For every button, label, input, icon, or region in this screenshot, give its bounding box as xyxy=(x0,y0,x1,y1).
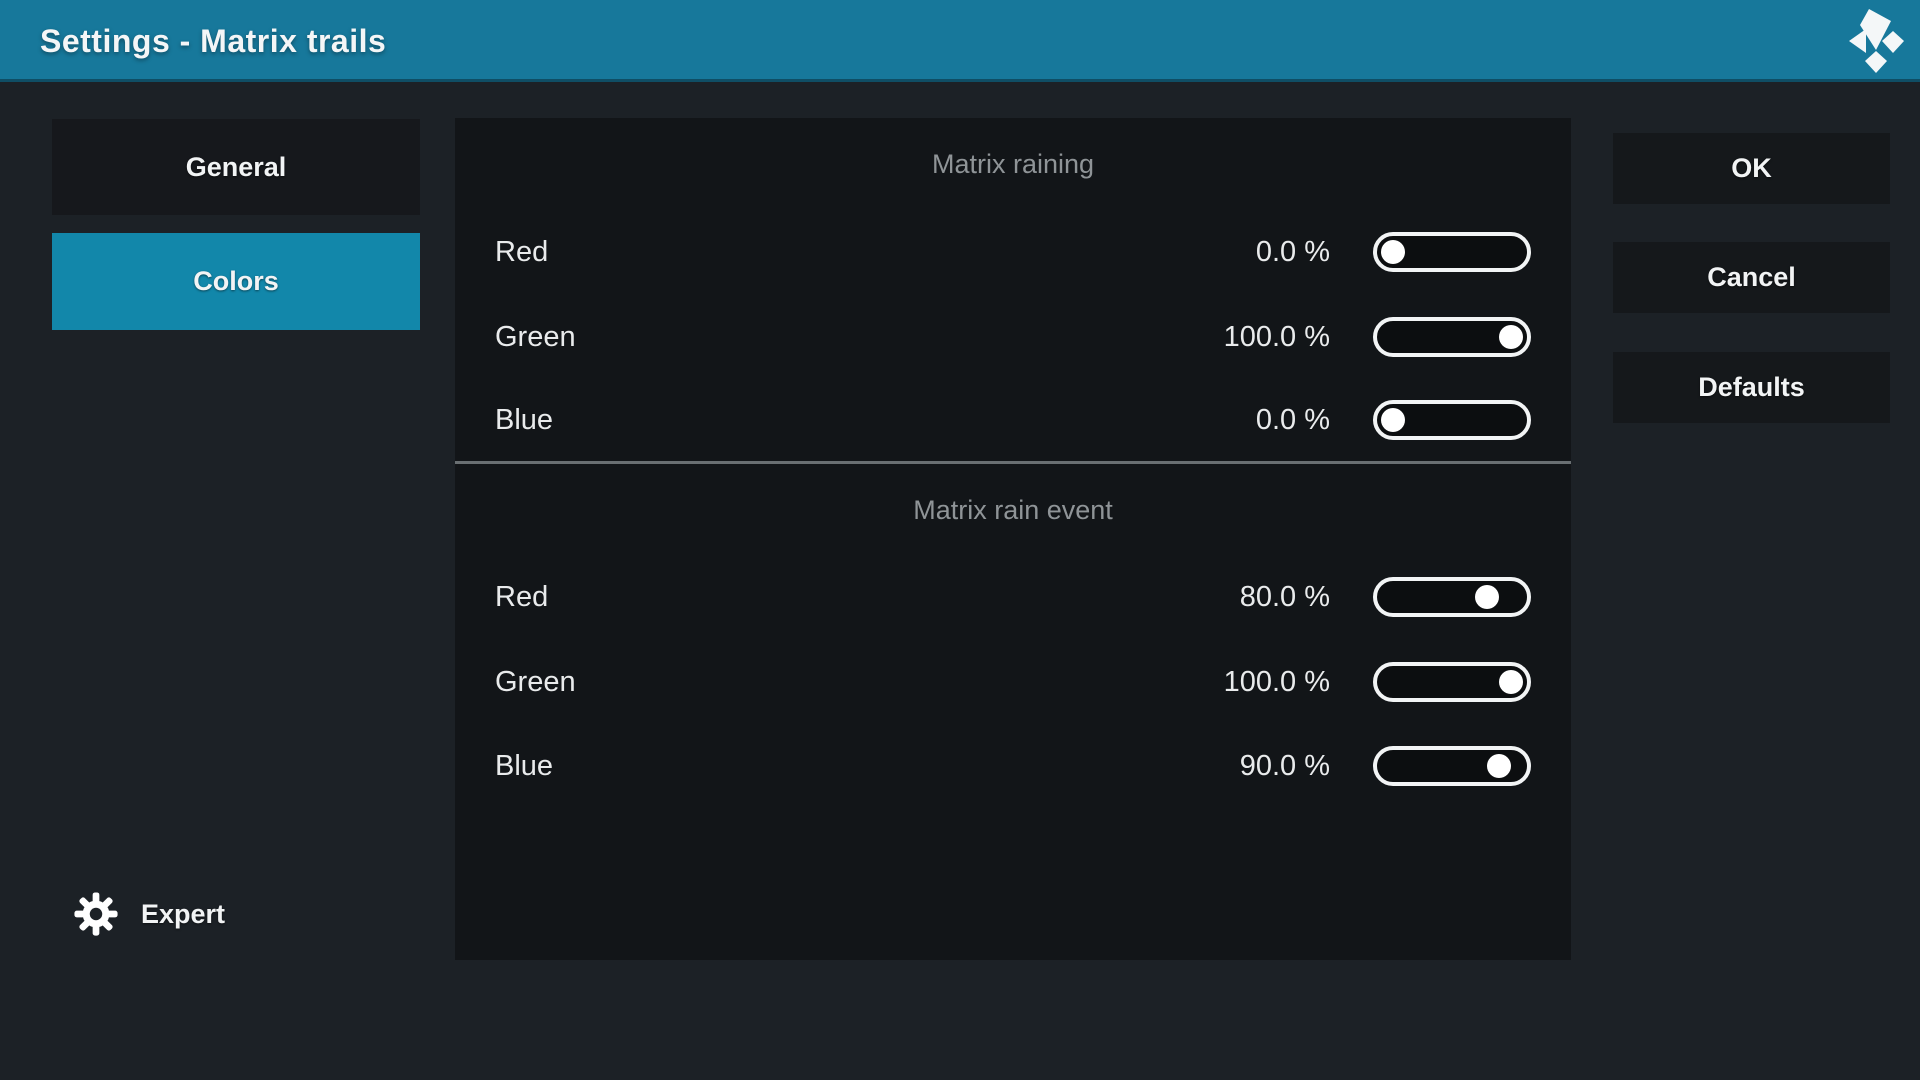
setting-slider[interactable] xyxy=(1373,662,1531,702)
setting-row-red-1[interactable]: Red 0.0 % xyxy=(455,226,1571,278)
setting-label: Green xyxy=(495,311,576,363)
kodi-logo-icon xyxy=(1849,8,1905,74)
setting-value: 80.0 % xyxy=(1015,571,1330,623)
slider-knob[interactable] xyxy=(1381,408,1405,432)
setting-slider[interactable] xyxy=(1373,317,1531,357)
setting-row-red-2[interactable]: Red 80.0 % xyxy=(455,571,1571,623)
setting-label: Red xyxy=(495,226,548,278)
setting-slider[interactable] xyxy=(1373,232,1531,272)
setting-label: Red xyxy=(495,571,548,623)
setting-row-blue-1[interactable]: Blue 0.0 % xyxy=(455,394,1571,446)
section-divider xyxy=(455,461,1571,464)
setting-label: Blue xyxy=(495,394,553,446)
setting-slider[interactable] xyxy=(1373,400,1531,440)
settings-level-toggle[interactable]: Expert xyxy=(73,888,225,940)
cancel-button-label: Cancel xyxy=(1707,262,1796,293)
sidebar-item-label: General xyxy=(186,152,287,183)
setting-value: 100.0 % xyxy=(1015,656,1330,708)
setting-row-green-2[interactable]: Green 100.0 % xyxy=(455,656,1571,708)
settings-level-label: Expert xyxy=(141,899,225,930)
sidebar-item-label: Colors xyxy=(193,266,279,297)
setting-label: Green xyxy=(495,656,576,708)
slider-knob[interactable] xyxy=(1381,240,1405,264)
ok-button[interactable]: OK xyxy=(1613,133,1890,204)
setting-row-blue-2[interactable]: Blue 90.0 % xyxy=(455,740,1571,792)
setting-value: 0.0 % xyxy=(1015,226,1330,278)
slider-knob[interactable] xyxy=(1499,325,1523,349)
setting-value: 100.0 % xyxy=(1015,311,1330,363)
setting-row-green-1[interactable]: Green 100.0 % xyxy=(455,311,1571,363)
slider-knob[interactable] xyxy=(1499,670,1523,694)
slider-knob[interactable] xyxy=(1475,585,1499,609)
ok-button-label: OK xyxy=(1731,153,1772,184)
title-bar: Settings - Matrix trails xyxy=(0,0,1920,82)
window-title: Settings - Matrix trails xyxy=(40,0,386,82)
defaults-button[interactable]: Defaults xyxy=(1613,352,1890,423)
slider-knob[interactable] xyxy=(1487,754,1511,778)
sidebar-item-general[interactable]: General xyxy=(52,119,420,215)
cancel-button[interactable]: Cancel xyxy=(1613,242,1890,313)
sidebar-item-colors[interactable]: Colors xyxy=(52,233,420,330)
setting-slider[interactable] xyxy=(1373,577,1531,617)
defaults-button-label: Defaults xyxy=(1698,372,1805,403)
gear-icon xyxy=(73,891,119,937)
section-title: Matrix rain event xyxy=(455,484,1571,536)
section-title: Matrix raining xyxy=(455,138,1571,190)
setting-value: 0.0 % xyxy=(1015,394,1330,446)
setting-label: Blue xyxy=(495,740,553,792)
settings-panel: Matrix raining Red 0.0 % Green 100.0 % B… xyxy=(455,118,1571,960)
setting-slider[interactable] xyxy=(1373,746,1531,786)
setting-value: 90.0 % xyxy=(1015,740,1330,792)
